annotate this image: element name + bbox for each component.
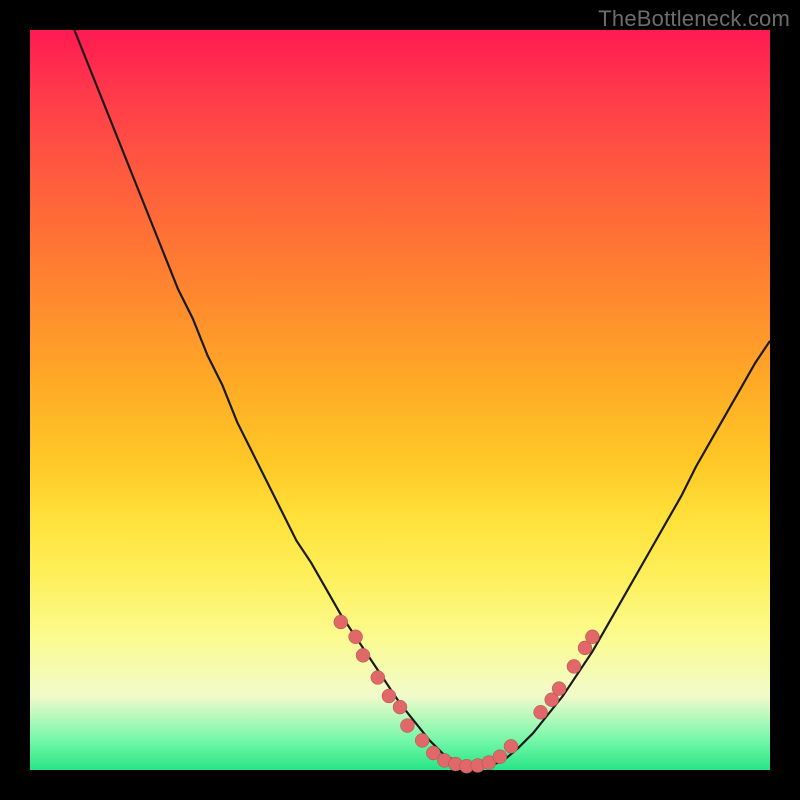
marker-dot: [552, 682, 566, 696]
marker-dot: [534, 705, 548, 719]
marker-dot: [334, 615, 348, 629]
bottleneck-curve: [74, 30, 770, 766]
marker-dot: [585, 630, 599, 644]
marker-dot: [382, 689, 396, 703]
marker-dot: [504, 739, 518, 753]
marker-dot: [349, 630, 363, 644]
marker-dot: [371, 671, 385, 685]
marker-dot: [393, 700, 407, 714]
highlighted-points: [334, 615, 600, 773]
watermark-text: TheBottleneck.com: [598, 6, 790, 32]
marker-dot: [567, 659, 581, 673]
marker-dot: [356, 648, 370, 662]
bottleneck-chart: [30, 30, 770, 770]
marker-dot: [400, 719, 414, 733]
marker-dot: [493, 750, 507, 764]
marker-dot: [415, 733, 429, 747]
